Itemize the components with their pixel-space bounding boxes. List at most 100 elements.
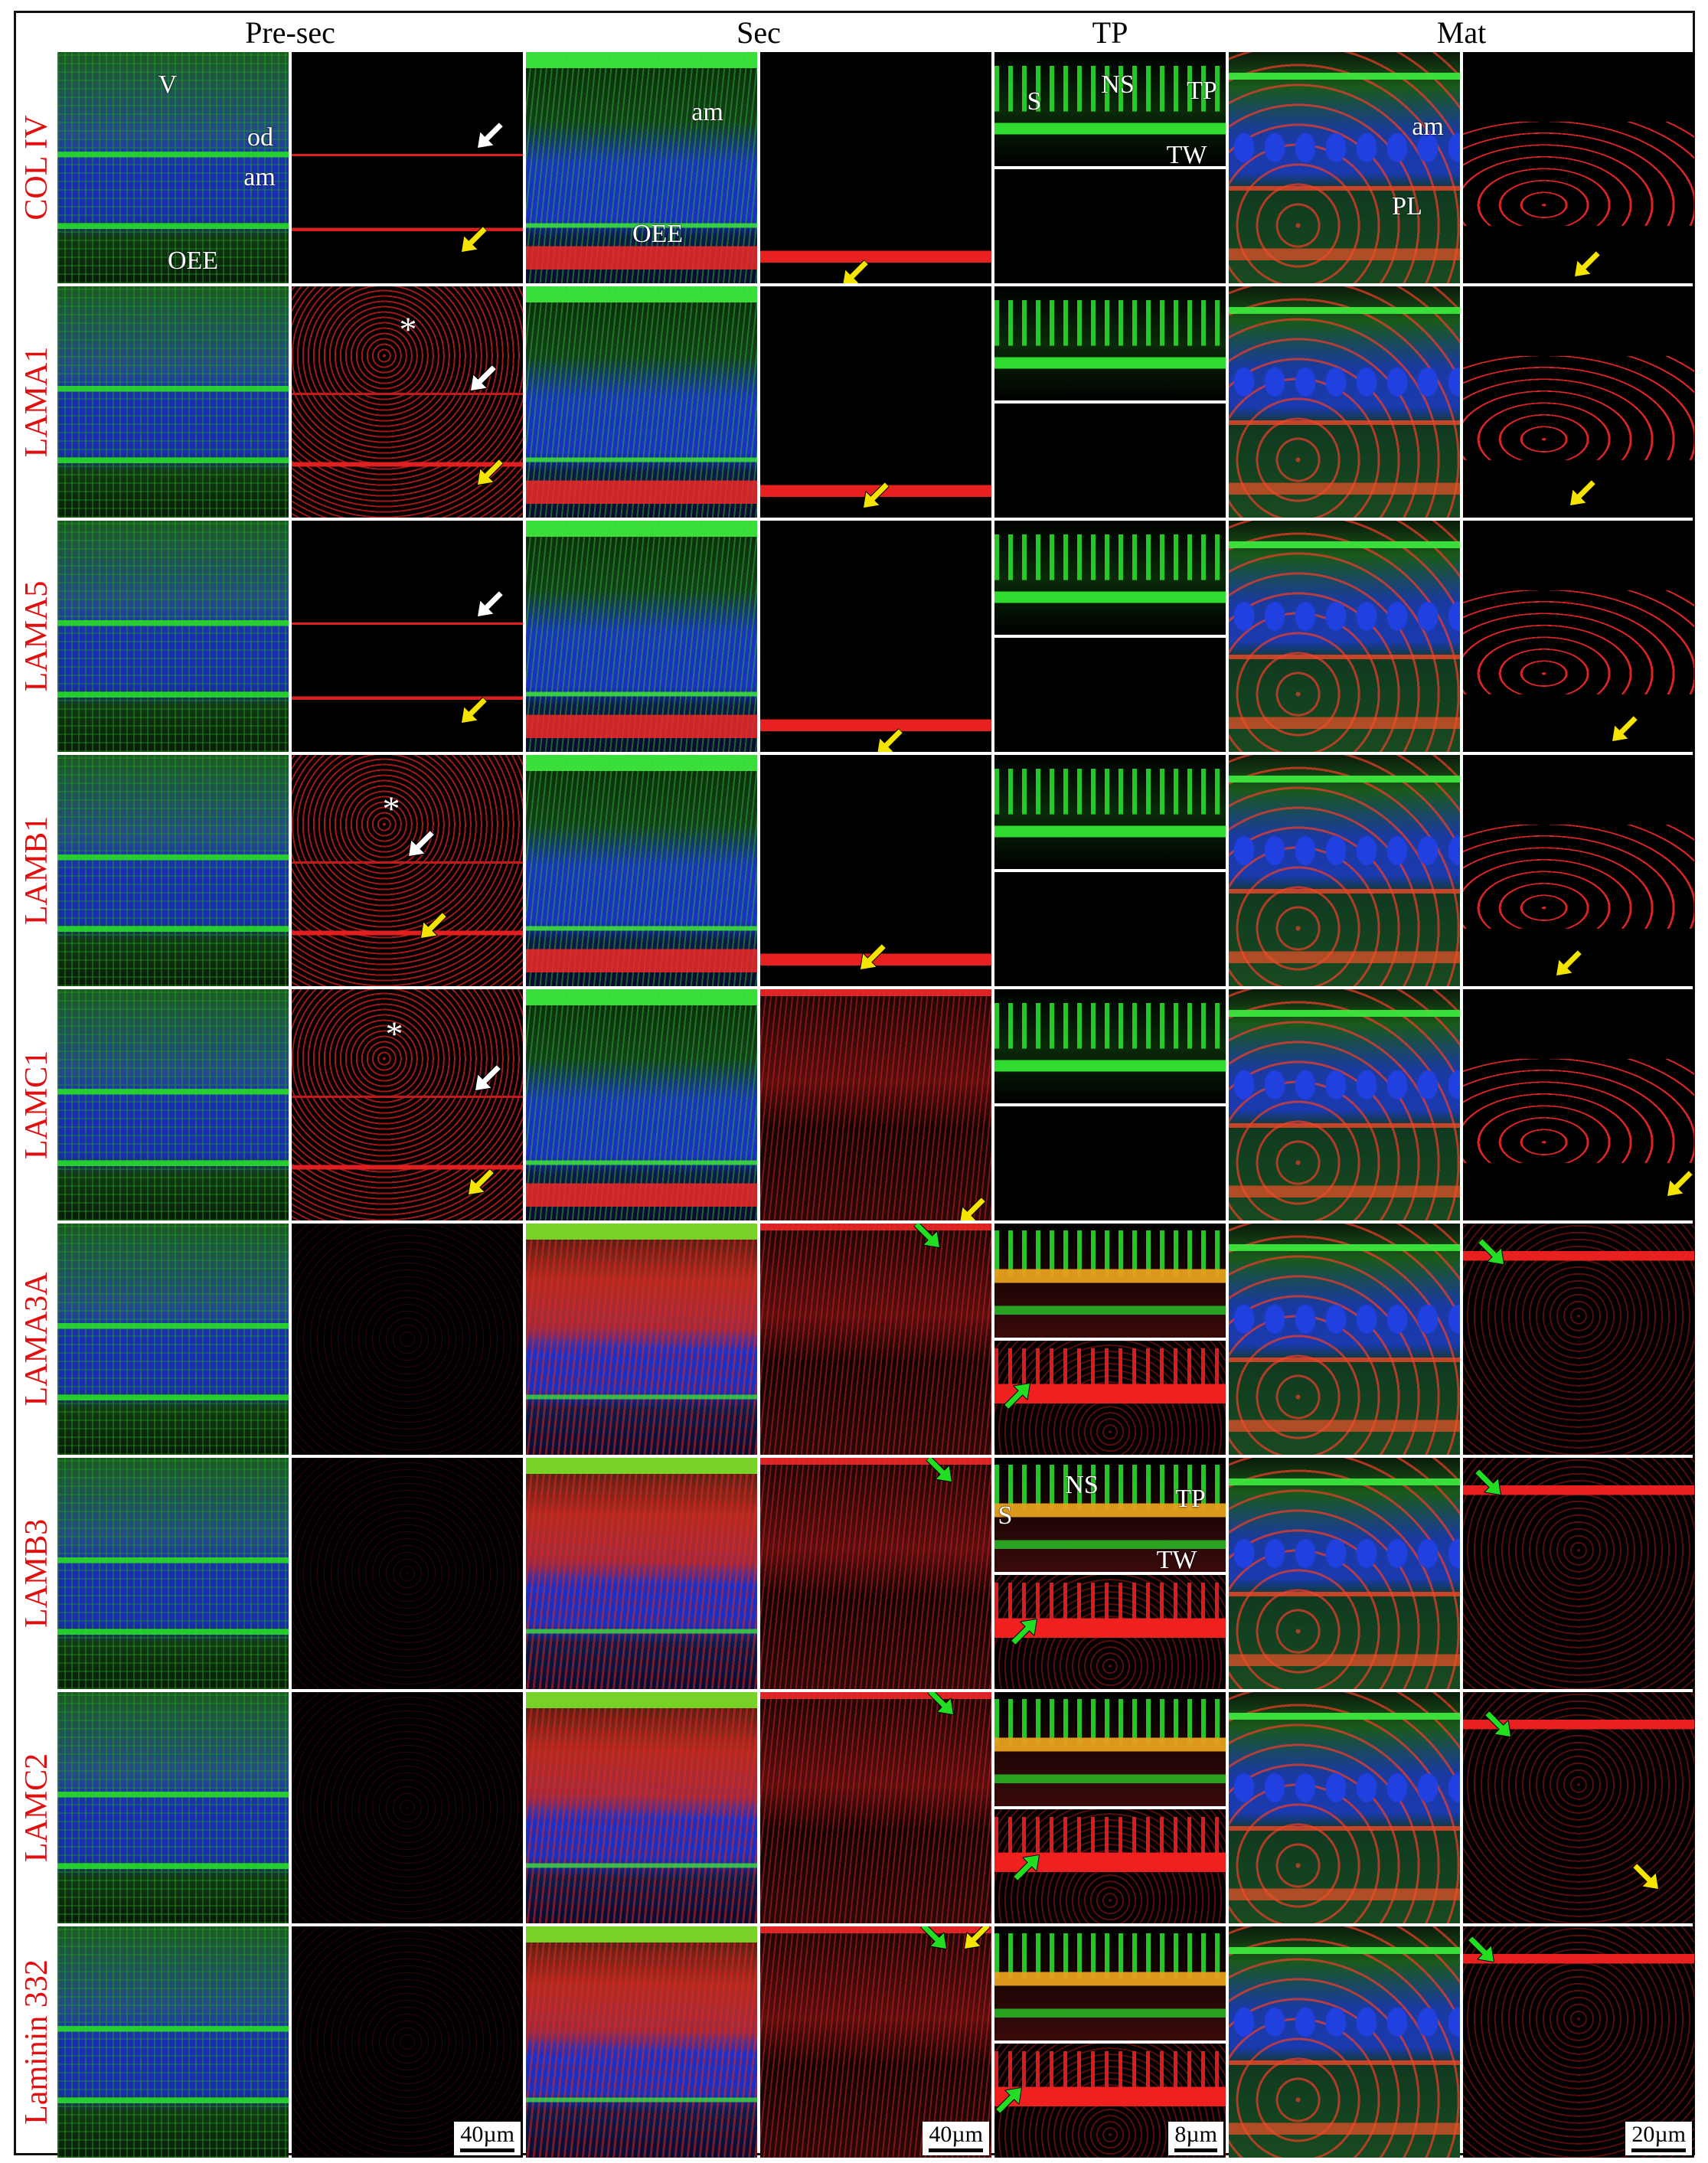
micrograph-mat-merge	[1229, 1224, 1460, 1455]
column-header-pre-sec: Pre-sec	[245, 15, 335, 50]
yellow-arrow-icon	[853, 939, 890, 976]
micrograph-mat-red	[1463, 1224, 1694, 1455]
micrograph-tp-merge	[994, 1926, 1226, 2040]
micrograph-mat-merge	[1229, 1458, 1460, 1689]
micrograph-tp-red	[994, 169, 1226, 283]
green-arrow-icon	[1480, 1706, 1517, 1743]
micrograph-sec-red	[760, 1458, 991, 1689]
micrograph-presec-merge: Vod am OEE	[57, 52, 289, 283]
structure-label: od	[247, 123, 273, 152]
micrograph-sec-merge	[526, 1224, 757, 1455]
asterisk-marker: *	[382, 789, 400, 828]
micrograph-mat-red	[1463, 286, 1694, 518]
row-label: LAMC1	[16, 989, 57, 1220]
micrograph-presec-merge	[57, 1458, 289, 1689]
structure-label: OEE	[167, 247, 219, 275]
micrograph-presec-merge	[57, 1926, 289, 2158]
micrograph-mat-red	[1463, 1458, 1694, 1689]
green-arrow-icon	[923, 1692, 960, 1722]
row-label: LAMB1	[16, 755, 57, 986]
green-arrow-icon	[1463, 1931, 1501, 1969]
yellow-arrow-icon	[1567, 246, 1605, 283]
row-label-text: LAMC1	[19, 1050, 54, 1160]
scale-bar: 40µm	[454, 2122, 521, 2155]
row-label: LAMB3	[16, 1458, 57, 1689]
micrograph-sec-red	[760, 755, 991, 986]
micrograph-mat-merge	[1229, 989, 1460, 1220]
micrograph-mat-merge	[1229, 1926, 1460, 2158]
scale-bar-label: 40µm	[460, 2122, 514, 2147]
micrograph-tp-red	[994, 404, 1226, 518]
micrograph-presec-merge	[57, 286, 289, 518]
structure-label: am	[243, 163, 276, 191]
asterisk-marker: *	[385, 1014, 403, 1054]
yellow-arrow-icon	[454, 221, 491, 259]
micrograph-presec-merge	[57, 1224, 289, 1455]
micrograph-sec-red	[760, 521, 991, 752]
scale-bar-line	[929, 2148, 983, 2152]
micrograph-tp-merge	[994, 755, 1226, 869]
micrograph-presec-red	[292, 1224, 523, 1455]
scale-bar: 40µm	[923, 2122, 989, 2155]
row-label: LAMA1	[16, 286, 57, 518]
micrograph-sec-red	[760, 286, 991, 518]
yellow-arrow-icon	[1660, 1165, 1694, 1203]
micrograph-tp: S NS TP TW	[994, 1458, 1226, 1689]
micrograph-tp-red	[994, 638, 1226, 752]
structure-label: am	[1412, 113, 1444, 141]
micrograph-tp	[994, 1692, 1226, 1923]
column-header-tp: TP	[1092, 15, 1128, 50]
micrograph-presec-red	[292, 521, 523, 752]
white-arrow-icon	[470, 117, 508, 155]
structure-label: TW	[1166, 141, 1207, 169]
micrograph-sec-merge	[526, 1692, 757, 1923]
structure-label: am	[691, 98, 723, 126]
micrograph-presec-red	[292, 1692, 523, 1923]
micrograph-sec-merge	[526, 989, 757, 1220]
structure-label: NS	[1101, 70, 1135, 99]
micrograph-mat-merge	[1229, 521, 1460, 752]
structure-label: TP	[1175, 1485, 1206, 1513]
micrograph-mat-red	[1463, 755, 1694, 986]
micrograph-tp-merge	[994, 989, 1226, 1103]
micrograph-sec-merge	[526, 1926, 757, 2158]
green-arrow-icon	[1473, 1233, 1510, 1271]
row-label: Laminin 332	[16, 1926, 57, 2158]
row-label-text: LAMC2	[19, 1753, 54, 1863]
micrograph-presec-red	[292, 52, 523, 283]
micrograph-tp	[994, 755, 1226, 986]
micrograph-sec-red	[760, 989, 991, 1220]
yellow-arrow-icon	[952, 1192, 990, 1220]
row-label-text: LAMA1	[19, 346, 54, 458]
micrograph-mat-red	[1463, 52, 1694, 283]
structure-label: OEE	[632, 220, 684, 248]
yellow-arrow-icon	[957, 1926, 991, 1956]
micrograph-mat-merge	[1229, 755, 1460, 986]
micrograph-presec-red	[292, 1458, 523, 1689]
micrograph-tp-merge	[994, 1692, 1226, 1806]
micrograph-mat-red: 20µm	[1463, 1926, 1694, 2158]
micrograph-mat-merge: am PL	[1229, 52, 1460, 283]
yellow-arrow-icon	[413, 907, 451, 945]
micrograph-presec-merge	[57, 755, 289, 986]
yellow-arrow-icon	[470, 454, 508, 492]
micrograph-sec-merge	[526, 1458, 757, 1689]
micrograph-presec-red: *	[292, 989, 523, 1220]
scale-bar: 20µm	[1625, 2122, 1692, 2155]
micrograph-sec-merge	[526, 755, 757, 986]
structure-label: NS	[1065, 1471, 1099, 1499]
structure-label: S	[1027, 87, 1042, 116]
micrograph-mat-red	[1463, 521, 1694, 752]
row-label: LAMA3A	[16, 1224, 57, 1455]
figure-panel-grid: Pre-sec Sec TP Mat COL IV Vod am OEE am OEE S N…	[14, 11, 1695, 2158]
scale-bar-label: 20µm	[1631, 2122, 1686, 2147]
micrograph-tp: 8µm	[994, 1926, 1226, 2158]
micrograph-mat-merge	[1229, 286, 1460, 518]
white-arrow-icon	[401, 825, 439, 863]
micrograph-sec-red	[760, 1224, 991, 1455]
yellow-arrow-icon	[1605, 711, 1642, 748]
green-arrow-icon	[1470, 1464, 1507, 1501]
white-arrow-icon	[463, 360, 501, 397]
micrograph-presec-merge	[57, 521, 289, 752]
scale-bar-line	[1174, 2148, 1217, 2152]
